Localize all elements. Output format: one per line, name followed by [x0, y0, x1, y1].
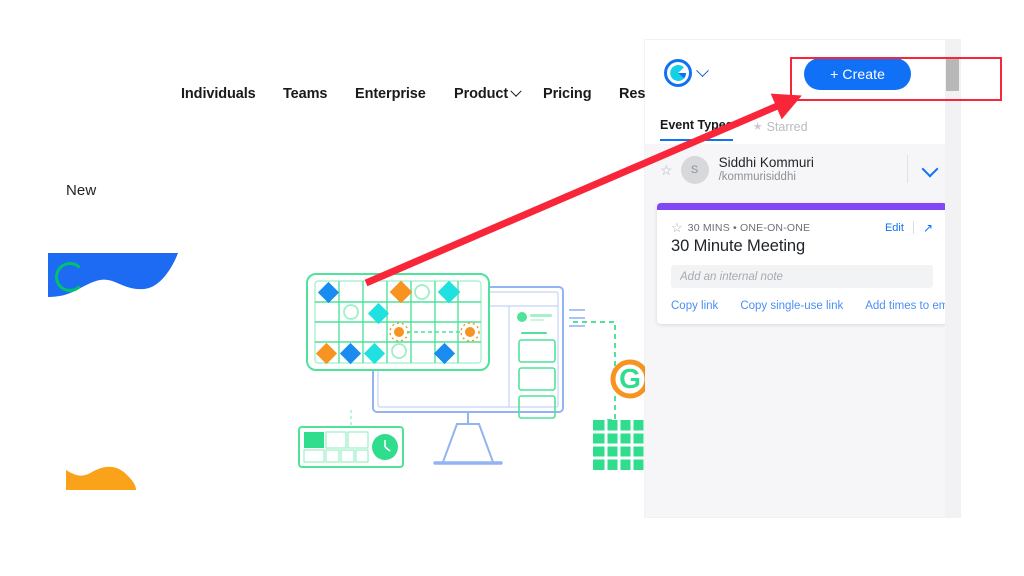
star-outline-icon[interactable]: ☆	[660, 163, 673, 177]
panel-header: + Create Event Types ★ Starred	[645, 40, 960, 144]
nav-item-res[interactable]: Res	[619, 86, 645, 102]
calendly-logo-icon	[663, 58, 693, 88]
divider	[913, 221, 914, 234]
tab-event-types[interactable]: Event Types	[660, 118, 733, 141]
card-meta-right: Edit ↗	[885, 221, 933, 234]
card-action-links: Copy link Copy single-use link Add times…	[671, 299, 933, 312]
panel-scrollbar-thumb[interactable]	[946, 58, 959, 91]
tab-starred-label: Starred	[767, 120, 808, 134]
card-meta-left: ☆ 30 MINS • ONE-ON-ONE	[671, 221, 810, 234]
internal-note-input[interactable]	[671, 265, 933, 288]
nav-item-enterprise[interactable]: Enterprise	[355, 86, 426, 102]
card-meta-row: ☆ 30 MINS • ONE-ON-ONE Edit ↗	[671, 221, 933, 234]
tab-starred[interactable]: ★ Starred	[753, 120, 808, 141]
edit-link[interactable]: Edit	[885, 222, 904, 234]
card-accent-bar	[657, 203, 947, 210]
page-section-label-new: New	[66, 182, 96, 199]
external-link-icon[interactable]: ↗	[923, 222, 933, 234]
user-text-block: Siddhi Kommuri /kommurisiddhi	[719, 155, 814, 184]
star-outline-icon[interactable]: ☆	[671, 221, 683, 234]
nav-item-label: Individuals	[181, 86, 256, 102]
nav-item-label: Enterprise	[355, 86, 426, 102]
avatar: S	[681, 156, 709, 184]
user-row[interactable]: ☆ S Siddhi Kommuri /kommurisiddhi	[645, 144, 960, 195]
nav-item-label: Teams	[283, 86, 327, 102]
chevron-down-icon	[696, 64, 709, 77]
user-handle: /kommurisiddhi	[719, 171, 814, 185]
copy-link-button[interactable]: Copy link	[671, 300, 718, 312]
chevron-down-icon[interactable]	[922, 161, 939, 178]
nav-item-label: Pricing	[543, 86, 591, 102]
calendly-logo[interactable]	[663, 58, 707, 88]
nav-item-pricing[interactable]: Pricing	[543, 86, 591, 102]
event-title: 30 Minute Meeting	[671, 237, 933, 256]
calendly-event-types-panel: + Create Event Types ★ Starred ☆ S Siddh…	[645, 40, 960, 517]
panel-tabs: Event Types ★ Starred	[660, 118, 808, 141]
chevron-down-icon	[510, 86, 521, 97]
card-duration-type: 30 MINS • ONE-ON-ONE	[688, 222, 811, 234]
card-body: ☆ 30 MINS • ONE-ON-ONE Edit ↗ 30 Minute …	[657, 210, 947, 324]
user-name: Siddhi Kommuri	[719, 155, 814, 171]
nav-item-label: Res	[619, 86, 645, 102]
event-type-card[interactable]: ☆ 30 MINS • ONE-ON-ONE Edit ↗ 30 Minute …	[657, 203, 947, 324]
star-icon: ★	[753, 122, 763, 133]
add-times-to-email-button[interactable]: Add times to email	[865, 300, 947, 312]
orange-decorative-blob	[66, 466, 136, 490]
nav-item-label: Product	[454, 86, 508, 102]
divider	[907, 155, 908, 183]
svg-text:G: G	[619, 363, 641, 394]
copy-single-use-link-button[interactable]: Copy single-use link	[740, 300, 843, 312]
tab-event-types-label: Event Types	[660, 118, 733, 132]
scheduling-hero-illustration: G	[285, 262, 655, 502]
nav-item-individuals[interactable]: Individuals	[181, 86, 256, 102]
nav-item-teams[interactable]: Teams	[283, 86, 327, 102]
nav-item-product[interactable]: Product	[454, 86, 520, 102]
create-button[interactable]: + Create	[804, 58, 911, 90]
panel-scrollbar-track[interactable]	[945, 40, 960, 517]
green-ring-icon	[55, 262, 85, 292]
